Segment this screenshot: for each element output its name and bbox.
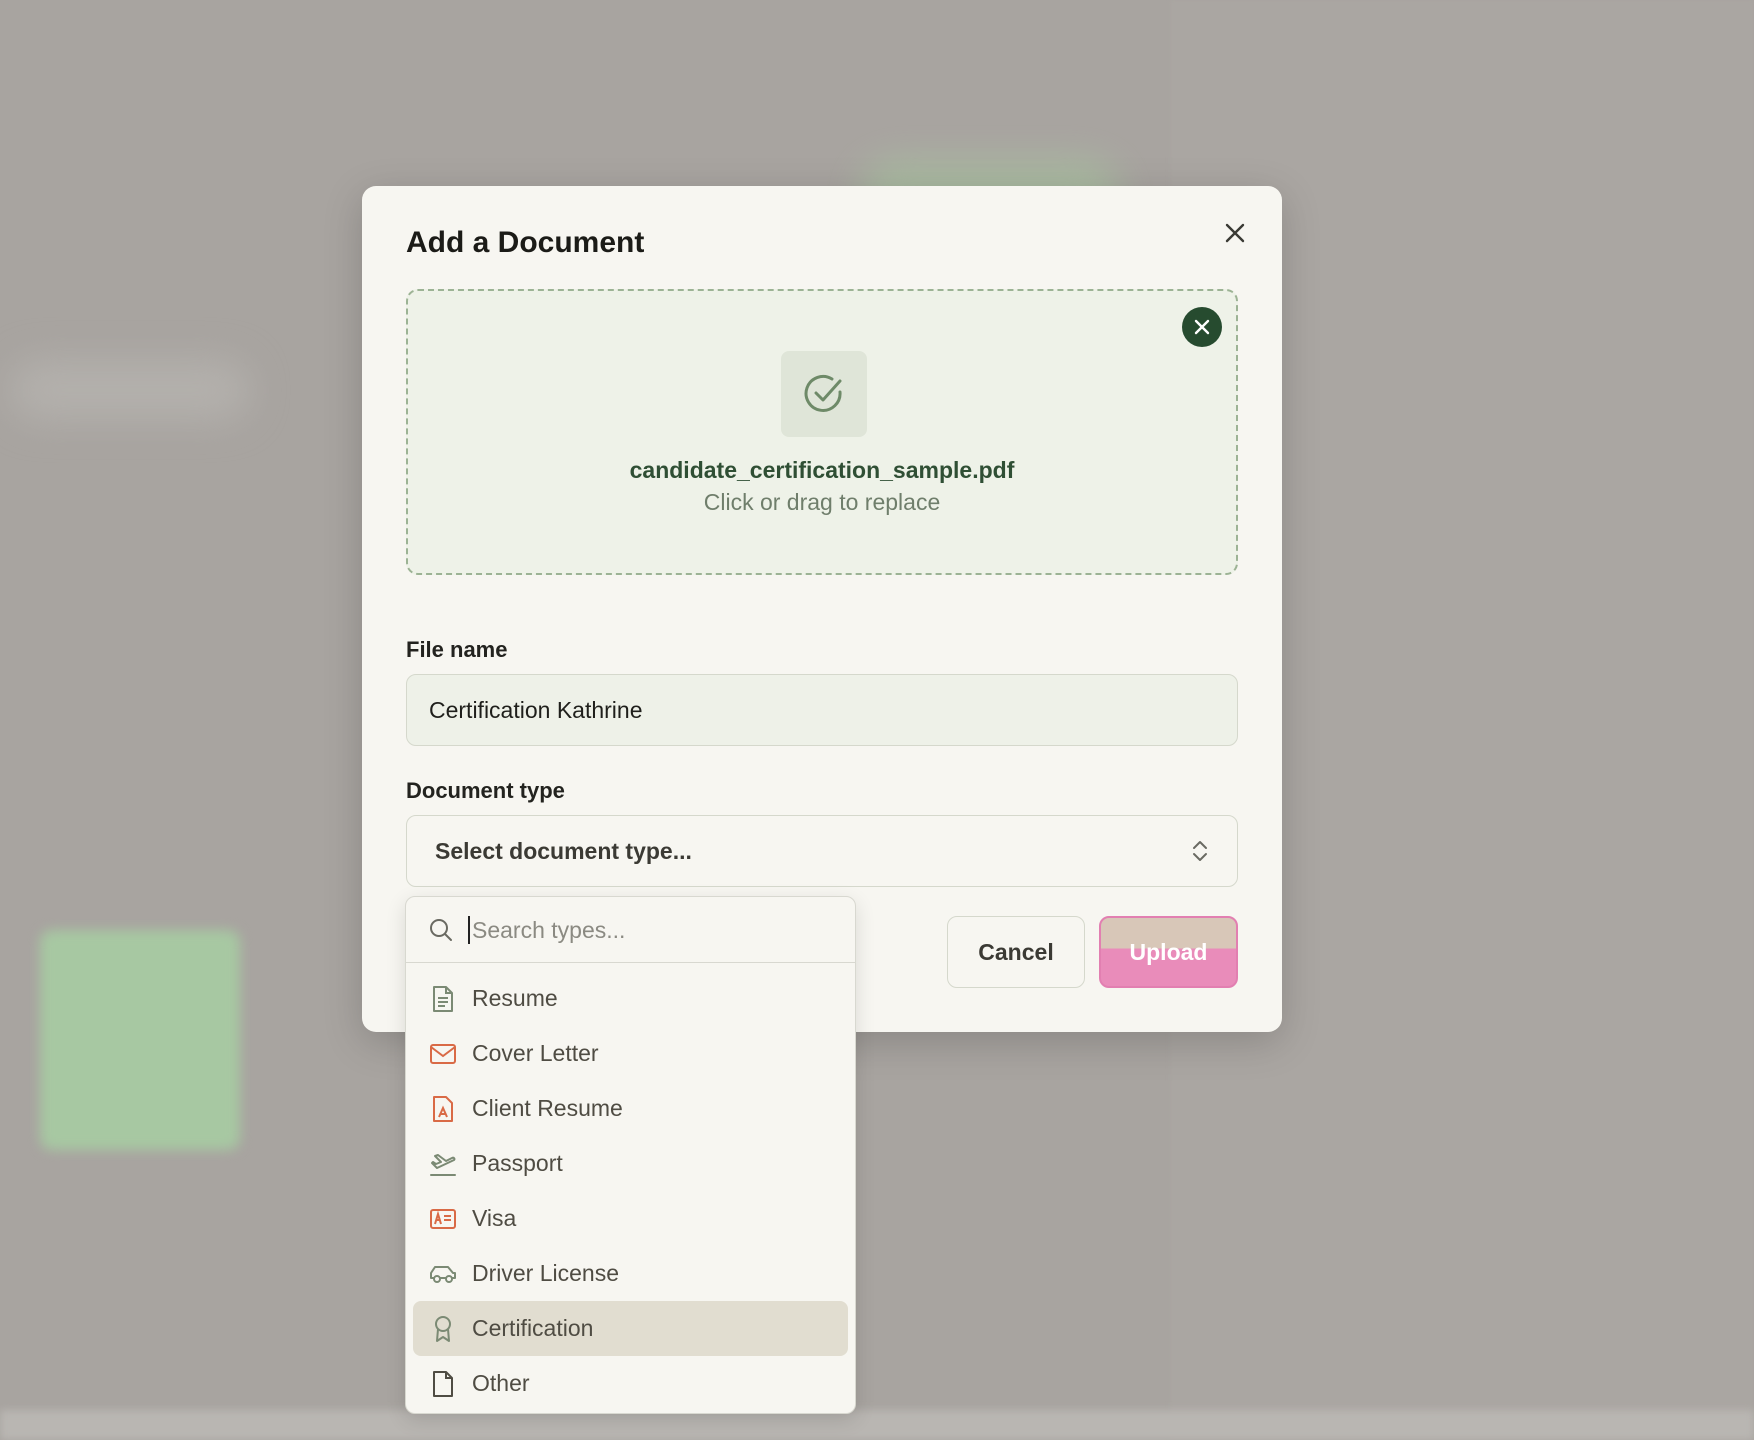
car-icon bbox=[428, 1259, 458, 1289]
type-option-client-resume[interactable]: Client Resume bbox=[413, 1081, 848, 1136]
envelope-icon bbox=[428, 1039, 458, 1069]
remove-file-button[interactable] bbox=[1182, 307, 1222, 347]
file-status bbox=[781, 351, 867, 437]
type-option-certification[interactable]: Certification bbox=[413, 1301, 848, 1356]
close-button[interactable] bbox=[1218, 216, 1252, 250]
file-name-value: Certification Kathrine bbox=[429, 696, 643, 723]
award-ribbon-icon bbox=[428, 1314, 458, 1344]
type-search[interactable]: Search types... bbox=[406, 897, 855, 963]
option-label: Resume bbox=[472, 985, 558, 1011]
option-label: Passport bbox=[472, 1150, 563, 1176]
type-search-input[interactable]: Search types... bbox=[468, 915, 625, 944]
document-type-select[interactable]: Select document type... bbox=[406, 815, 1238, 887]
option-label: Other bbox=[472, 1370, 530, 1396]
document-type-placeholder: Select document type... bbox=[435, 837, 692, 864]
replace-hint: Click or drag to replace bbox=[703, 489, 941, 515]
cancel-button[interactable]: Cancel bbox=[947, 916, 1085, 988]
background-blur bbox=[40, 930, 240, 1150]
option-label: Visa bbox=[472, 1205, 517, 1231]
close-icon bbox=[1194, 319, 1210, 335]
option-label: Cover Letter bbox=[472, 1040, 599, 1066]
close-icon bbox=[1225, 223, 1245, 243]
file-name-label: File name bbox=[406, 637, 508, 662]
type-option-driver-license[interactable]: Driver License bbox=[413, 1246, 848, 1301]
blank-file-icon bbox=[428, 1369, 458, 1399]
id-card-icon bbox=[428, 1204, 458, 1234]
chevron-up-down-icon bbox=[1193, 841, 1207, 861]
background-blur bbox=[10, 360, 250, 420]
check-circle-icon bbox=[804, 374, 842, 412]
option-label: Driver License bbox=[472, 1260, 619, 1286]
search-icon bbox=[430, 918, 452, 941]
type-option-visa[interactable]: Visa bbox=[413, 1191, 848, 1246]
type-option-passport[interactable]: Passport bbox=[413, 1136, 848, 1191]
document-type-label: Document type bbox=[406, 778, 565, 803]
upload-button[interactable]: Upload bbox=[1099, 916, 1238, 988]
document-lines-icon bbox=[428, 984, 458, 1014]
type-option-resume[interactable]: Resume bbox=[413, 971, 848, 1026]
document-type-dropdown: Search types... Resume Cover Letter Clie… bbox=[405, 896, 856, 1414]
type-option-other[interactable]: Other bbox=[413, 1356, 848, 1411]
option-label: Certification bbox=[472, 1315, 594, 1341]
type-option-cover-letter[interactable]: Cover Letter bbox=[413, 1026, 848, 1081]
file-name-input[interactable]: Certification Kathrine bbox=[406, 674, 1238, 746]
plane-departure-icon bbox=[428, 1149, 458, 1179]
file-dropzone[interactable]: candidate_certification_sample.pdf Click… bbox=[406, 289, 1238, 575]
modal-title: Add a Document bbox=[406, 226, 645, 259]
background-blur bbox=[0, 1410, 1754, 1440]
uploaded-file-name: candidate_certification_sample.pdf bbox=[629, 457, 1015, 483]
type-list: Resume Cover Letter Client Resume Passpo… bbox=[406, 963, 855, 1419]
option-label: Client Resume bbox=[472, 1095, 623, 1121]
file-person-icon bbox=[428, 1094, 458, 1124]
